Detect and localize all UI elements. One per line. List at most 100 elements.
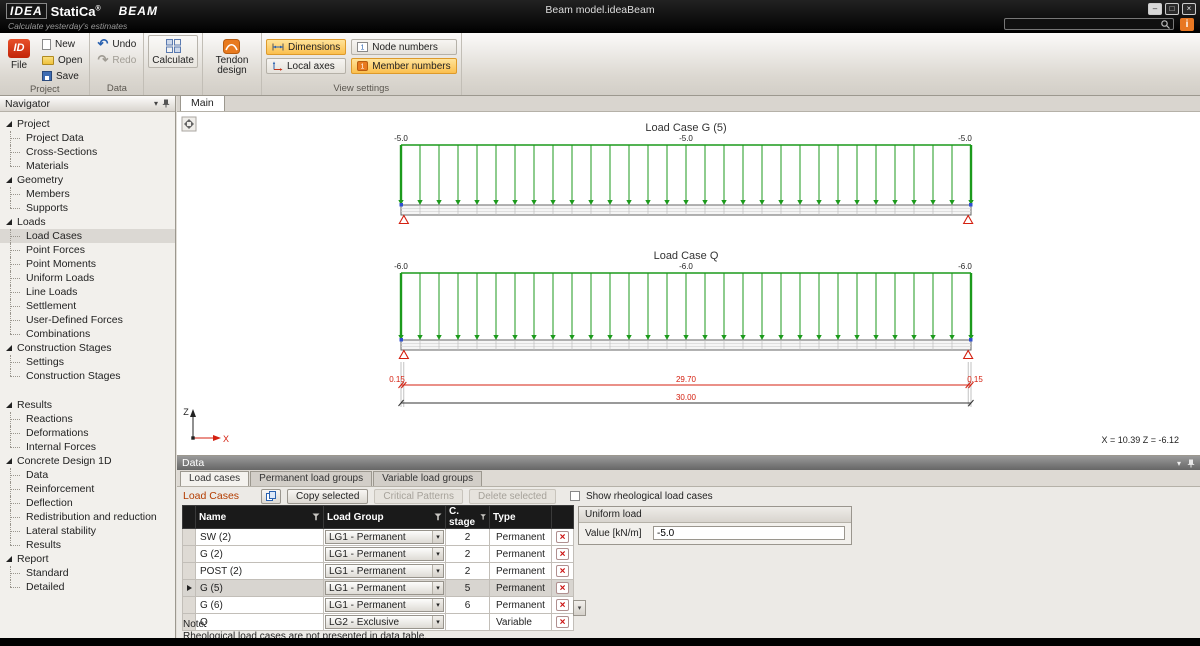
- delete-selected-button[interactable]: Delete selected: [469, 489, 556, 504]
- tab-permanent-load-groups[interactable]: Permanent load groups: [250, 471, 372, 486]
- nav-item-deflection[interactable]: Deflection: [0, 496, 175, 510]
- nav-item-members[interactable]: Members: [0, 187, 175, 201]
- type-cell[interactable]: Variable: [490, 614, 552, 631]
- row-selector[interactable]: [183, 529, 196, 546]
- maximize-button[interactable]: □: [1165, 3, 1179, 15]
- nav-item-point-moments[interactable]: Point Moments: [0, 257, 175, 271]
- nav-group-concrete-design-1d[interactable]: Concrete Design 1D: [0, 454, 175, 468]
- load-case-name-cell[interactable]: G (5): [196, 580, 324, 597]
- pan-view-icon[interactable]: [182, 117, 196, 131]
- critical-patterns-button[interactable]: Critical Patterns: [374, 489, 463, 504]
- nav-item-detailed[interactable]: Detailed: [0, 580, 175, 594]
- load-case-row[interactable]: POST (2)LG1 - Permanent▾2Permanent×: [183, 563, 574, 580]
- nav-item-settings[interactable]: Settings: [0, 355, 175, 369]
- nav-item-line-loads[interactable]: Line Loads: [0, 285, 175, 299]
- tab-main[interactable]: Main: [180, 95, 225, 111]
- nav-item-uniform-loads[interactable]: Uniform Loads: [0, 271, 175, 285]
- show-rheological-checkbox[interactable]: [570, 491, 580, 501]
- load-case-row[interactable]: G (2)LG1 - Permanent▾2Permanent×: [183, 546, 574, 563]
- panel-dropdown-icon[interactable]: ▾: [1177, 459, 1181, 468]
- dimensions-toggle[interactable]: Dimensions: [266, 39, 346, 55]
- delete-load-case-button[interactable]: ×: [552, 529, 574, 546]
- search-input[interactable]: [1004, 18, 1174, 30]
- navigator-dropdown-icon[interactable]: ▾: [154, 99, 158, 108]
- nav-item-reactions[interactable]: Reactions: [0, 412, 175, 426]
- nav-item-combinations[interactable]: Combinations: [0, 327, 175, 341]
- nav-group-results[interactable]: Results: [0, 398, 175, 412]
- column-header-type[interactable]: Type: [490, 506, 552, 529]
- save-button[interactable]: Save: [39, 69, 85, 83]
- nav-item-point-forces[interactable]: Point Forces: [0, 243, 175, 257]
- delete-load-case-button[interactable]: ×: [552, 563, 574, 580]
- close-button[interactable]: ×: [1182, 3, 1196, 15]
- load-group-dropdown[interactable]: LG1 - Permanent▾: [325, 564, 444, 578]
- tendon-design-button[interactable]: Tendon design: [207, 35, 257, 78]
- type-cell[interactable]: Permanent: [490, 529, 552, 546]
- load-case-name-cell[interactable]: G (2): [196, 546, 324, 563]
- nav-item-project-data[interactable]: Project Data: [0, 131, 175, 145]
- copy-selected-button[interactable]: Copy selected: [287, 489, 368, 504]
- nav-item-cross-sections[interactable]: Cross-Sections: [0, 145, 175, 159]
- load-case-row[interactable]: SW (2)LG1 - Permanent▾2Permanent×: [183, 529, 574, 546]
- delete-load-case-button[interactable]: ×: [552, 580, 574, 597]
- nav-group-loads[interactable]: Loads: [0, 215, 175, 229]
- type-cell[interactable]: Permanent: [490, 546, 552, 563]
- column-header-load-group[interactable]: Load Group: [324, 506, 446, 529]
- load-case-name-cell[interactable]: G (6): [196, 597, 324, 614]
- nav-item-materials[interactable]: Materials: [0, 159, 175, 173]
- nav-group-report[interactable]: Report: [0, 552, 175, 566]
- pin-icon[interactable]: [162, 99, 170, 108]
- tab-variable-load-groups[interactable]: Variable load groups: [373, 471, 482, 486]
- c-stage-cell[interactable]: 5: [446, 580, 490, 597]
- uniform-load-value-input[interactable]: [653, 526, 845, 540]
- member-numbers-toggle[interactable]: 1 Member numbers: [351, 58, 456, 74]
- nav-item-user-defined-forces[interactable]: User-Defined Forces: [0, 313, 175, 327]
- nav-group-construction-stages[interactable]: Construction Stages: [0, 341, 175, 355]
- load-group-dropdown[interactable]: LG1 - Permanent▾: [325, 530, 444, 544]
- node-numbers-toggle[interactable]: 1 Node numbers: [351, 39, 456, 55]
- model-canvas[interactable]: Load Case G (5)-5.0-5.0-5.0Load Case Q-6…: [177, 112, 1200, 455]
- filter-funnel-icon[interactable]: [480, 513, 486, 521]
- nav-item-load-cases[interactable]: Load Cases: [0, 229, 175, 243]
- type-cell[interactable]: Permanent: [490, 597, 552, 614]
- nav-item-results[interactable]: Results: [0, 538, 175, 552]
- delete-load-case-button[interactable]: ×: [552, 614, 574, 631]
- nav-item-reinforcement[interactable]: Reinforcement: [0, 482, 175, 496]
- column-header-c-stage[interactable]: C. stage: [446, 506, 490, 529]
- c-stage-cell[interactable]: 2: [446, 529, 490, 546]
- delete-load-case-button[interactable]: ×: [552, 546, 574, 563]
- file-button[interactable]: ID File: [4, 35, 34, 73]
- nav-item-construction-stages[interactable]: Construction Stages: [0, 369, 175, 383]
- type-cell[interactable]: Permanent: [490, 580, 552, 597]
- nav-item-standard[interactable]: Standard: [0, 566, 175, 580]
- nav-item-supports[interactable]: Supports: [0, 201, 175, 215]
- c-stage-cell[interactable]: 6: [446, 597, 490, 614]
- open-button[interactable]: Open: [39, 53, 85, 67]
- load-case-name-cell[interactable]: SW (2): [196, 529, 324, 546]
- c-stage-cell[interactable]: 2: [446, 563, 490, 580]
- nav-item-lateral-stability[interactable]: Lateral stability: [0, 524, 175, 538]
- beam-canvas-svg[interactable]: Load Case G (5)-5.0-5.0-5.0Load Case Q-6…: [177, 112, 1200, 455]
- row-selector[interactable]: [183, 597, 196, 614]
- type-cell[interactable]: Permanent: [490, 563, 552, 580]
- nav-group-geometry[interactable]: Geometry: [0, 173, 175, 187]
- nav-item-internal-forces[interactable]: Internal Forces: [0, 440, 175, 454]
- filter-funnel-icon[interactable]: [434, 513, 442, 521]
- row-selector[interactable]: [183, 580, 196, 597]
- info-button[interactable]: i: [1180, 18, 1194, 31]
- delete-load-case-button[interactable]: ×: [552, 597, 574, 614]
- load-group-dropdown[interactable]: LG1 - Permanent▾: [325, 598, 444, 612]
- minimize-button[interactable]: –: [1148, 3, 1162, 15]
- load-group-dropdown[interactable]: LG1 - Permanent▾: [325, 581, 444, 595]
- calculate-button[interactable]: Calculate: [148, 35, 198, 68]
- local-axes-toggle[interactable]: Local axes: [266, 58, 346, 74]
- row-selector[interactable]: [183, 563, 196, 580]
- c-stage-cell[interactable]: [446, 614, 490, 631]
- load-case-row[interactable]: G (5)LG1 - Permanent▾5Permanent×: [183, 580, 574, 597]
- nav-item-settlement[interactable]: Settlement: [0, 299, 175, 313]
- nav-item-redistribution-and-reduction[interactable]: Redistribution and reduction: [0, 510, 175, 524]
- table-scroll-down-button[interactable]: ▾: [573, 600, 586, 616]
- tab-load-cases[interactable]: Load cases: [180, 471, 249, 486]
- c-stage-cell[interactable]: 2: [446, 546, 490, 563]
- panel-pin-icon[interactable]: [1187, 459, 1195, 468]
